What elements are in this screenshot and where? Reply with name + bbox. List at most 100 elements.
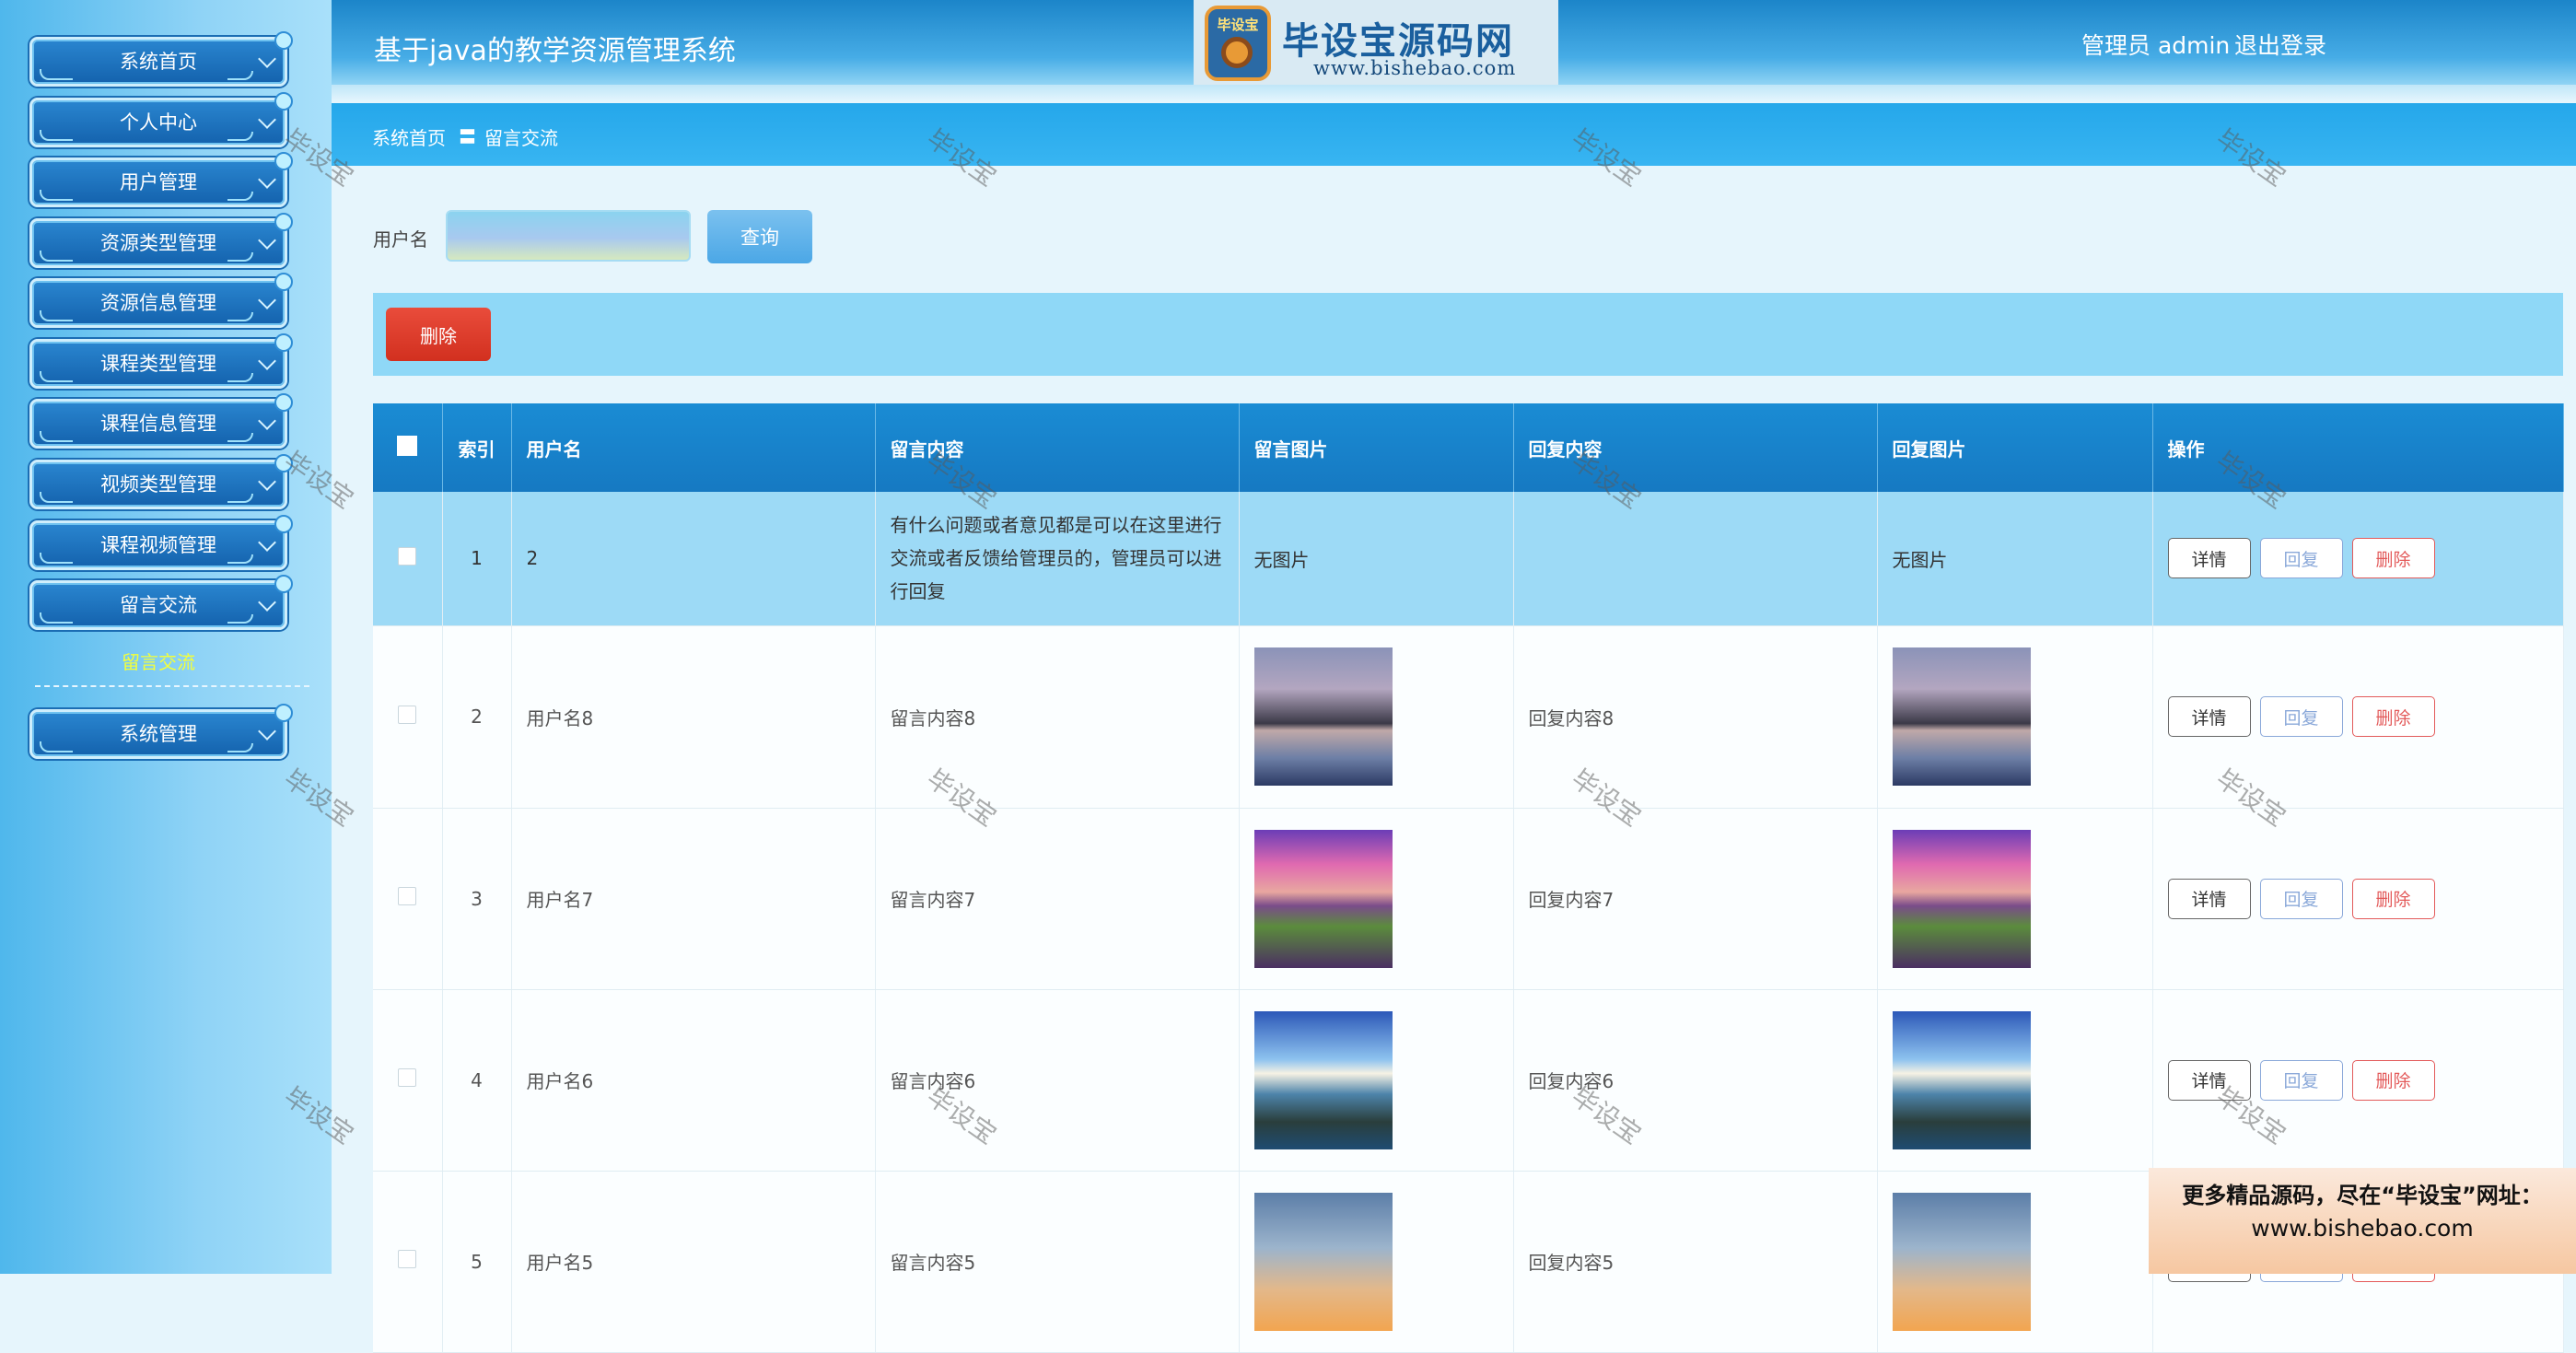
reply-image[interactable] <box>1892 647 2031 786</box>
reply-button[interactable]: 回复 <box>2259 538 2343 579</box>
dot-ornament <box>274 454 293 472</box>
sidebar-item-users[interactable]: 用户管理 <box>29 152 293 207</box>
breadcrumb-home[interactable]: 系统首页 <box>372 123 446 150</box>
promo-banner[interactable]: 更多精品源码，尽在“毕设宝”网址： www.bishebao.com <box>2149 1168 2576 1274</box>
row-checkbox-cell <box>373 492 443 626</box>
curl-ornament <box>227 132 253 141</box>
table-row[interactable]: 2 用户名8 留言内容8 回复内容8 详情 回复 删除 <box>373 625 2564 809</box>
curl-ornament <box>40 130 73 141</box>
row-reply: 回复内容6 <box>1513 989 1878 1172</box>
table-row[interactable]: 3 用户名7 留言内容7 回复内容7 详情 回复 删除 <box>373 808 2564 990</box>
header: 基于java的教学资源管理系统 毕设宝 毕设宝源码网 www.bishebao.… <box>332 0 2576 88</box>
dot-ornament <box>274 31 293 50</box>
message-image[interactable] <box>1253 1010 1393 1149</box>
select-all-checkbox[interactable] <box>397 435 418 456</box>
reply-button[interactable]: 回复 <box>2259 1059 2343 1101</box>
camera-lens-icon <box>1221 37 1253 68</box>
detail-button[interactable]: 详情 <box>2167 1059 2251 1101</box>
column-header: 回复图片 <box>1877 403 2153 492</box>
batch-delete-button[interactable]: 删除 <box>386 308 491 361</box>
sidebar-item-resource-info[interactable]: 资源信息管理 <box>29 273 293 328</box>
row-reply <box>1513 492 1878 626</box>
message-image[interactable] <box>1253 829 1393 968</box>
dot-ornament <box>274 575 293 593</box>
search-label: 用户名 <box>373 228 428 251</box>
curl-ornament <box>227 192 253 201</box>
table-row[interactable]: 1 2 有什么问题或者意见都是可以在这里进行交流或者反馈给管理员的，管理员可以进… <box>373 492 2564 626</box>
sidebar-item-resource-types[interactable]: 资源类型管理 <box>29 213 293 268</box>
search-input[interactable] <box>446 210 691 262</box>
row-checkbox[interactable] <box>398 1250 417 1268</box>
sidebar-item-messages[interactable]: 留言交流 <box>29 575 293 630</box>
sidebar-item-label: 系统管理 <box>120 723 197 745</box>
delete-button[interactable]: 删除 <box>2351 1059 2435 1101</box>
row-operations: 详情回复删除 <box>2152 625 2564 809</box>
row-reply: 回复内容5 <box>1513 1171 1878 1353</box>
reply-button[interactable]: 回复 <box>2259 696 2343 737</box>
reply-image[interactable] <box>1892 1192 2031 1331</box>
detail-button[interactable]: 详情 <box>2167 696 2251 737</box>
curl-ornament <box>227 373 253 382</box>
sidebar-item-course-types[interactable]: 课程类型管理 <box>29 333 293 389</box>
delete-button[interactable]: 删除 <box>2351 878 2435 919</box>
row-checkbox-cell <box>373 989 443 1172</box>
sidebar-item-course-videos[interactable]: 课程视频管理 <box>29 515 293 570</box>
column-header: 用户名 <box>511 403 876 492</box>
row-image-cell <box>1239 625 1514 809</box>
delete-button[interactable]: 删除 <box>2351 538 2435 579</box>
chevron-down-icon <box>258 412 276 430</box>
logo-badge-text: 毕设宝 <box>1217 17 1259 33</box>
dot-ornament <box>274 515 293 533</box>
dot-ornament <box>274 213 293 231</box>
app-title: 基于java的教学资源管理系统 <box>374 35 736 67</box>
row-image-cell <box>1239 808 1514 990</box>
curl-ornament <box>40 553 73 564</box>
row-checkbox-cell <box>373 1171 443 1353</box>
chevron-down-icon <box>258 50 276 68</box>
sidebar-item-home[interactable]: 系统首页 <box>29 31 293 87</box>
sidebar-item-label: 资源信息管理 <box>100 292 216 314</box>
breadcrumb: 系统首页 〓 留言交流 <box>332 103 2576 166</box>
row-checkbox[interactable] <box>398 705 417 724</box>
row-content: 有什么问题或者意见都是可以在这里进行交流或者反馈给管理员的，管理员可以进行回复 <box>875 492 1240 626</box>
curl-ornament <box>40 190 73 201</box>
logo-badge: 毕设宝 <box>1205 6 1271 81</box>
sidebar-item-label: 资源类型管理 <box>100 232 216 254</box>
row-reply-image-cell <box>1877 989 2153 1172</box>
chevron-down-icon <box>258 472 276 491</box>
sidebar-subitem-messages[interactable]: 留言交流 <box>29 647 287 674</box>
row-checkbox-cell <box>373 625 443 809</box>
detail-button[interactable]: 详情 <box>2167 878 2251 919</box>
message-image[interactable] <box>1253 1192 1393 1331</box>
detail-button[interactable]: 详情 <box>2167 538 2251 579</box>
curl-ornament <box>227 554 253 564</box>
row-image-cell <box>1239 1171 1514 1353</box>
curl-ornament <box>40 69 73 80</box>
table-row[interactable]: 4 用户名6 留言内容6 回复内容6 详情 回复 删除 <box>373 989 2564 1172</box>
curl-ornament <box>227 433 253 442</box>
reply-image[interactable] <box>1892 1010 2031 1149</box>
row-checkbox[interactable] <box>398 1068 417 1087</box>
logout-link[interactable]: 退出登录 <box>2234 28 2326 61</box>
sidebar-item-label: 课程信息管理 <box>100 413 216 435</box>
sidebar-item-course-info[interactable]: 课程信息管理 <box>29 393 293 449</box>
search-button[interactable]: 查询 <box>707 210 812 263</box>
row-index: 1 <box>442 492 512 626</box>
reply-button[interactable]: 回复 <box>2259 878 2343 919</box>
sidebar-item-label: 用户管理 <box>120 171 197 193</box>
sidebar-item-video-types[interactable]: 视频类型管理 <box>29 454 293 509</box>
chevron-down-icon <box>258 722 276 741</box>
breadcrumb-separator: 〓 <box>459 127 477 147</box>
row-checkbox[interactable] <box>398 887 417 905</box>
sidebar: 系统首页 个人中心 用户管理 资源类型管理 资源信息管理 课程类型管理 课程信息… <box>0 0 332 1274</box>
row-image-cell <box>1239 989 1514 1172</box>
chevron-down-icon <box>258 170 276 189</box>
sidebar-item-system[interactable]: 系统管理 <box>29 704 293 759</box>
sidebar-item-label: 个人中心 <box>120 111 197 134</box>
reply-image[interactable] <box>1892 829 2031 968</box>
delete-button[interactable]: 删除 <box>2351 696 2435 737</box>
message-image[interactable] <box>1253 647 1393 786</box>
row-checkbox[interactable] <box>398 546 417 566</box>
sidebar-item-profile[interactable]: 个人中心 <box>29 92 293 147</box>
divider <box>35 685 309 687</box>
